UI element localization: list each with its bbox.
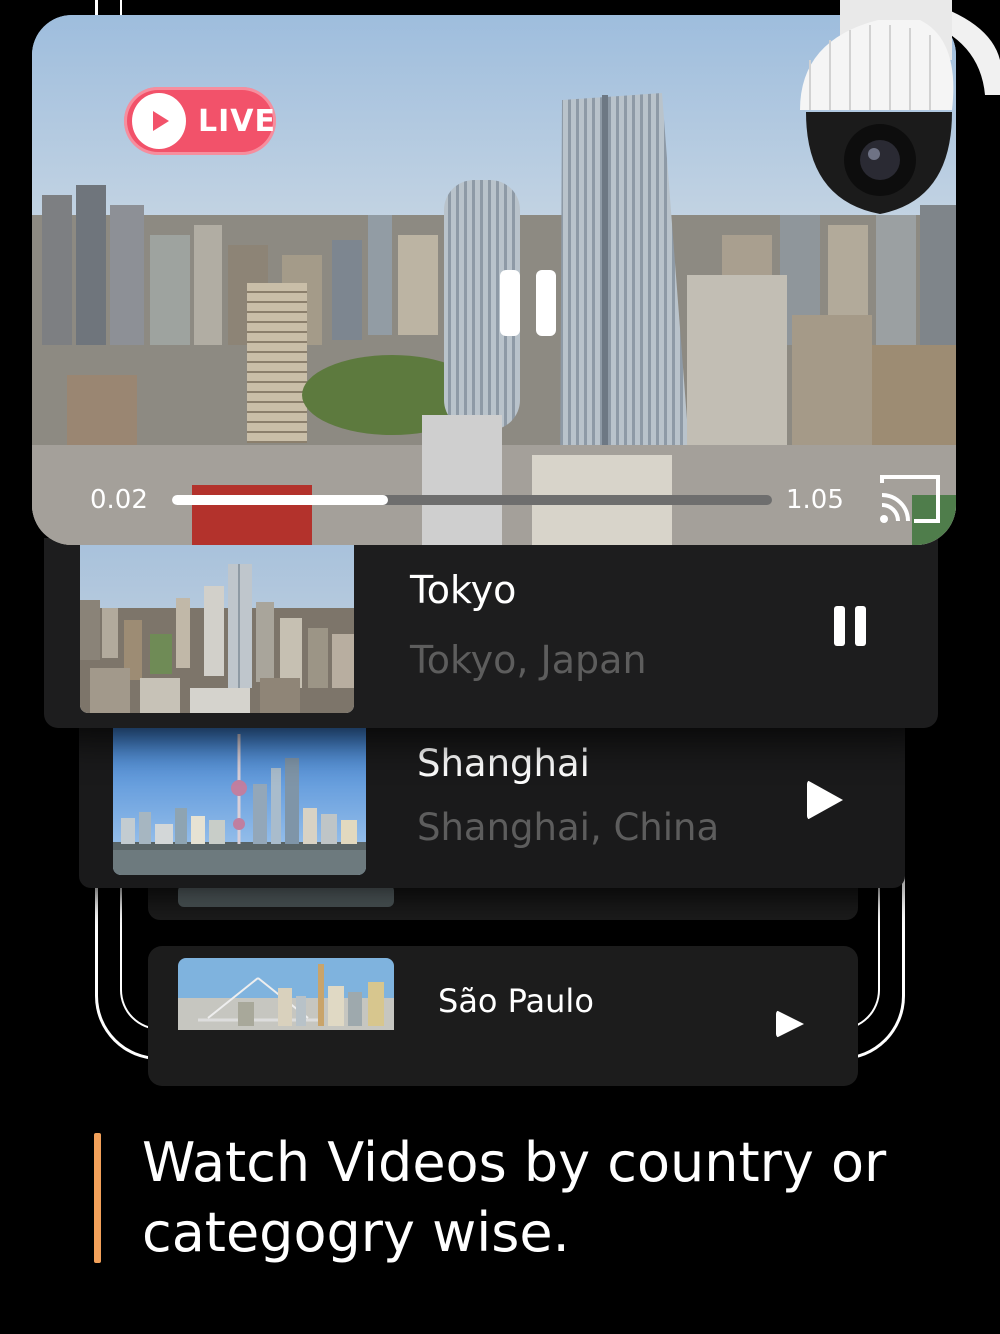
play-circle-icon [132, 93, 186, 149]
list-item-tokyo[interactable]: Tokyo Tokyo, Japan [44, 538, 938, 728]
thumbnail-shanghai [113, 728, 366, 875]
list-item[interactable] [148, 885, 858, 920]
thumbnail-sao-paulo [178, 958, 394, 1030]
item-subtitle: Shanghai, China [417, 806, 720, 849]
item-title: Shanghai [417, 742, 590, 785]
play-icon[interactable] [776, 1010, 804, 1038]
pause-icon[interactable] [500, 270, 556, 336]
security-camera-icon [800, 0, 1000, 214]
item-title: São Paulo [438, 982, 594, 1020]
cast-icon[interactable] [878, 473, 942, 525]
progress-fill [172, 495, 388, 505]
item-subtitle: Tokyo, Japan [410, 638, 647, 682]
accent-bar [94, 1133, 101, 1263]
thumbnail [178, 885, 394, 907]
thumbnail-tokyo [80, 538, 354, 713]
live-label: LIVE [198, 103, 276, 139]
pause-icon[interactable] [834, 606, 866, 646]
live-badge: LIVE [124, 87, 276, 155]
play-icon[interactable] [807, 780, 843, 820]
time-elapsed: 0.02 [90, 485, 148, 515]
list-item-sao-paulo[interactable]: São Paulo [148, 946, 858, 1086]
progress-bar[interactable] [172, 495, 772, 505]
time-total: 1.05 [786, 485, 844, 515]
caption-text: Watch Videos by country or categogry wis… [142, 1131, 887, 1264]
list-item-shanghai[interactable]: Shanghai Shanghai, China [79, 728, 905, 888]
item-title: Tokyo [410, 568, 517, 612]
